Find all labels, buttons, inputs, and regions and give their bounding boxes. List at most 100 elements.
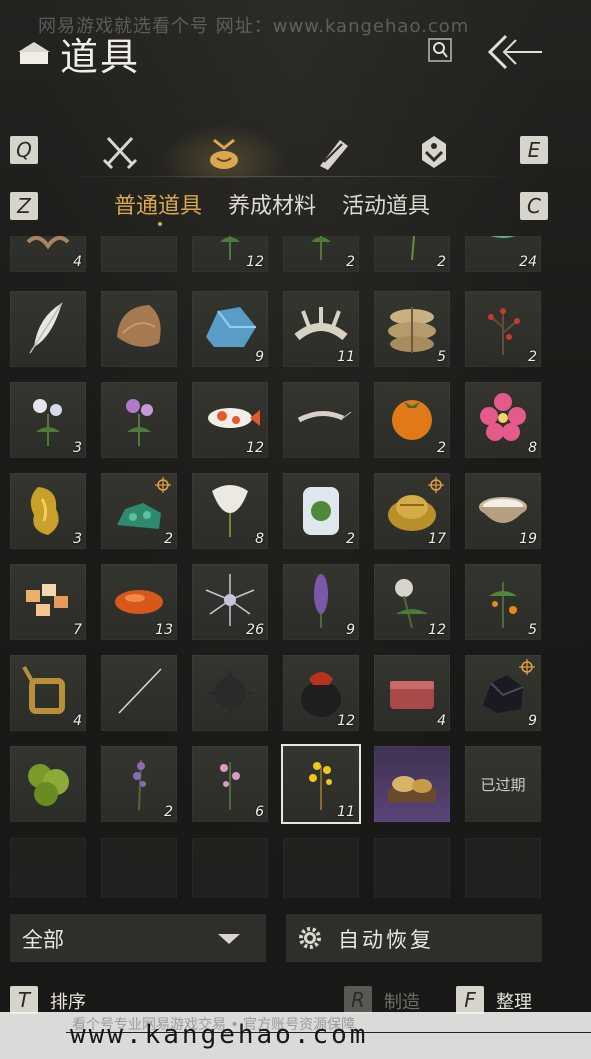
key-hint-r[interactable]: R <box>344 986 372 1014</box>
item-slot[interactable]: 2 <box>465 291 541 367</box>
white-peony-icon <box>395 579 428 629</box>
item-count: 11 <box>337 349 355 365</box>
key-hint-t[interactable]: T <box>10 986 38 1014</box>
item-slot[interactable]: 9 <box>192 291 268 367</box>
chevron-down-icon <box>218 934 240 944</box>
herb-icon <box>311 236 331 260</box>
item-count: 6 <box>255 804 264 820</box>
item-slot[interactable] <box>10 746 86 822</box>
key-hint-z[interactable]: Z <box>10 192 38 220</box>
auto-restore-label: 自动恢复 <box>338 928 434 952</box>
tab-equipment[interactable] <box>100 132 140 172</box>
item-slot[interactable]: 2 <box>283 236 359 272</box>
gear-icon <box>299 927 321 949</box>
item-slot[interactable]: 17 <box>374 473 450 549</box>
tab-badges[interactable] <box>414 132 454 172</box>
item-slot[interactable]: 4 <box>374 655 450 731</box>
item-slot[interactable]: 2 <box>101 746 177 822</box>
item-slot[interactable] <box>192 655 268 731</box>
item-slot[interactable]: 8 <box>192 473 268 549</box>
item-slot[interactable]: 12 <box>283 655 359 731</box>
page-title: 道具 <box>60 35 141 79</box>
item-count: 12 <box>246 440 264 456</box>
empty-slot <box>10 838 86 898</box>
item-count: 5 <box>528 622 537 638</box>
item-slot[interactable]: 4 <box>10 236 86 272</box>
item-slot[interactable]: 19 <box>465 473 541 549</box>
scroll-icon <box>320 140 348 170</box>
sort-button[interactable]: 排序 <box>50 988 86 1014</box>
item-slot[interactable]: 5 <box>465 564 541 640</box>
item-slot[interactable]: 12 <box>192 382 268 458</box>
item-slot[interactable]: 2 <box>283 473 359 549</box>
key-hint-e[interactable]: E <box>520 136 548 164</box>
jar-plant-icon <box>303 487 339 535</box>
item-slot[interactable]: 3 <box>10 382 86 458</box>
item-slot[interactable]: 8 <box>465 382 541 458</box>
item-slot[interactable]: 26 <box>192 564 268 640</box>
item-slot[interactable]: 5 <box>374 291 450 367</box>
item-count: 4 <box>73 254 82 270</box>
item-slot[interactable]: 13 <box>101 564 177 640</box>
expired-label: 已过期 <box>480 776 526 794</box>
tab-scrolls[interactable] <box>312 132 352 172</box>
spiked-ball-icon <box>206 669 254 717</box>
white-flower-icon <box>33 399 62 446</box>
item-count: 12 <box>337 713 355 729</box>
subtab-common-items[interactable]: 普通道具 <box>114 188 202 220</box>
item-slot[interactable]: 已过期 <box>465 746 541 822</box>
gold-nugget-icon <box>30 487 59 535</box>
milk-bowl-icon <box>479 497 527 523</box>
item-slot[interactable] <box>101 291 177 367</box>
key-hint-c[interactable]: C <box>520 192 548 220</box>
tab-items[interactable] <box>160 124 288 178</box>
item-slot[interactable]: 11 <box>283 746 359 822</box>
auto-restore-button[interactable]: 自动恢复 <box>286 914 542 962</box>
yellow-flower-branch-icon <box>309 762 332 810</box>
item-slot[interactable]: 3 <box>10 473 86 549</box>
item-slot[interactable]: 7 <box>10 564 86 640</box>
item-slot[interactable] <box>101 382 177 458</box>
item-slot[interactable]: 12 <box>374 564 450 640</box>
item-slot[interactable]: 9 <box>283 564 359 640</box>
item-slot[interactable]: 2 <box>374 236 450 272</box>
item-slot[interactable] <box>374 746 450 822</box>
item-slot[interactable] <box>10 291 86 367</box>
empty-slot <box>101 838 177 898</box>
arrange-button[interactable]: 整理 <box>496 988 532 1014</box>
item-count: 2 <box>528 349 537 365</box>
item-slot[interactable]: 24 <box>465 236 541 272</box>
item-count: 4 <box>73 713 82 729</box>
item-count: 7 <box>73 622 82 638</box>
key-hint-f[interactable]: F <box>456 986 484 1014</box>
item-count: 12 <box>428 622 446 638</box>
item-count: 12 <box>246 254 264 270</box>
item-slot[interactable]: 11 <box>283 291 359 367</box>
item-slot[interactable] <box>283 382 359 458</box>
item-slot[interactable] <box>101 655 177 731</box>
search-icon[interactable] <box>428 38 452 62</box>
root-icon <box>26 236 70 250</box>
item-slot[interactable]: 4 <box>10 655 86 731</box>
item-count: 9 <box>255 349 264 365</box>
item-slot[interactable]: 2 <box>101 473 177 549</box>
subtab-materials[interactable]: 养成材料 <box>228 188 316 220</box>
subtab-event-items[interactable]: 活动道具 <box>342 188 430 220</box>
meat-icon <box>390 681 434 709</box>
koi-icon <box>208 408 260 428</box>
craft-button[interactable]: 制造 <box>384 988 420 1014</box>
item-slot[interactable]: 9 <box>465 655 541 731</box>
pink-flower-icon <box>480 393 526 441</box>
mooncake-tray-icon <box>388 776 436 802</box>
filter-dropdown[interactable]: 全部 <box>10 914 266 962</box>
inventory-icon <box>18 42 50 64</box>
item-count: 5 <box>437 349 446 365</box>
orange-fruit-branch-icon <box>489 582 517 628</box>
item-count: 17 <box>428 531 446 547</box>
key-hint-q[interactable]: Q <box>10 136 38 164</box>
item-slot[interactable]: 6 <box>192 746 268 822</box>
item-slot[interactable]: 2 <box>374 382 450 458</box>
back-arrow-icon[interactable] <box>484 32 544 72</box>
item-slot[interactable] <box>101 236 177 272</box>
item-slot[interactable]: 12 <box>192 236 268 272</box>
